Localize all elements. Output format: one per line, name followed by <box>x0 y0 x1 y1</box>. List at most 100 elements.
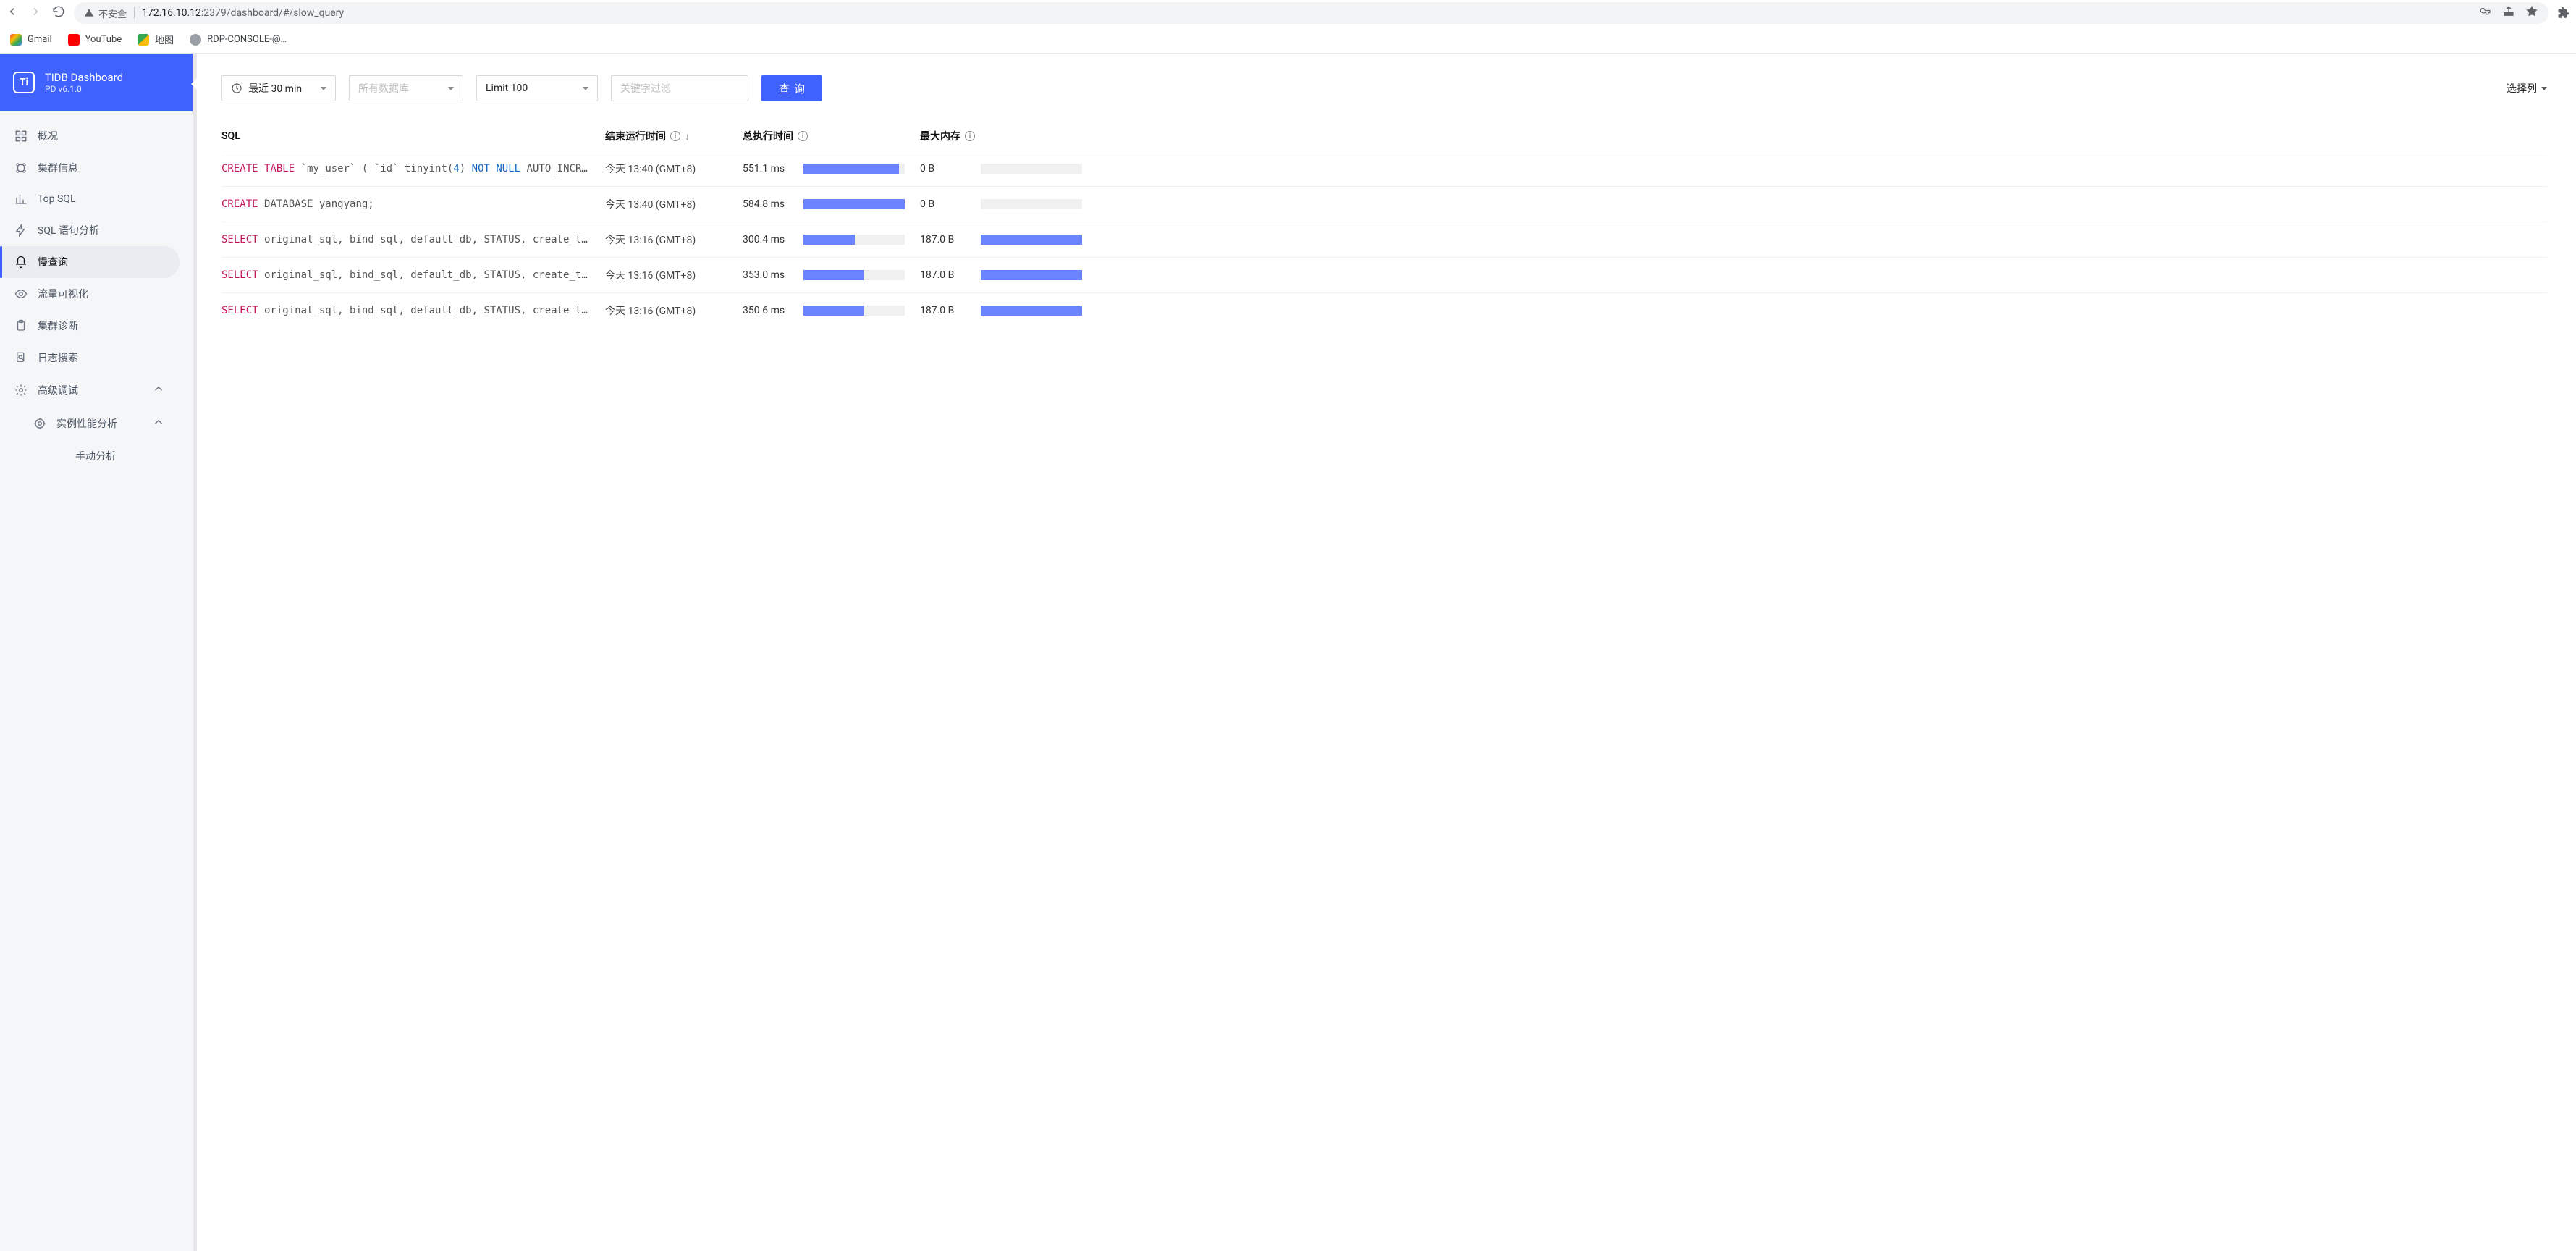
insecure-indicator: 不安全 <box>84 7 127 20</box>
table-row[interactable]: CREATE TABLE `my_user` ( `id` tinyint(4)… <box>221 151 2547 186</box>
total-time-value: 551.1 ms <box>743 163 793 174</box>
bookmarks-bar: Gmail YouTube 地图 RDP-CONSOLE-@… <box>0 26 2576 54</box>
back-icon[interactable] <box>6 5 19 21</box>
max-mem-value: 187.0 B <box>920 305 971 316</box>
slow-query-table: SQL 结束运行时间 i ↓ 总执行时间 i 最大内存 i CRE <box>221 122 2547 328</box>
share-icon[interactable] <box>2502 5 2515 21</box>
sidebar-item-label: 集群信息 <box>38 161 78 175</box>
max-mem-value: 187.0 B <box>920 234 971 245</box>
chevron-up-icon <box>152 382 165 398</box>
sidebar-item-overview[interactable]: 概况 <box>0 120 180 152</box>
bell-icon <box>14 256 28 269</box>
total-time-bar <box>803 306 905 316</box>
sidebar-item-topsql[interactable]: Top SQL <box>0 184 180 214</box>
total-time-bar <box>803 199 905 209</box>
max-mem-value: 187.0 B <box>920 269 971 281</box>
sidebar-item-sqlanalysis[interactable]: SQL 语句分析 <box>0 214 180 246</box>
brand-header[interactable]: Ti TiDB Dashboard PD v6.1.0 <box>0 54 193 111</box>
cell-end-time: 今天 13:16 (GMT+8) <box>605 232 743 247</box>
table-row[interactable]: SELECT original_sql, bind_sql, default_d… <box>221 257 2547 292</box>
sidebar-resize-handle[interactable] <box>193 54 197 1251</box>
sidebar-item-cluster[interactable]: 集群信息 <box>0 152 180 184</box>
sidebar-item-logsearch[interactable]: 日志搜索 <box>0 342 180 374</box>
sidebar-item-advanced[interactable]: 高级调试 <box>0 374 180 407</box>
grid-icon <box>14 130 28 143</box>
info-icon: i <box>670 131 680 141</box>
url-text: 172.16.10.12:2379/dashboard/#/slow_query <box>142 7 344 19</box>
col-max-mem[interactable]: 最大内存 i <box>920 129 1123 143</box>
keyword-input[interactable] <box>611 75 748 101</box>
brand-text: TiDB Dashboard PD v6.1.0 <box>45 71 123 94</box>
sidebar-item-manual[interactable]: 手动分析 <box>0 440 180 472</box>
cell-total-time: 350.6 ms <box>743 305 920 316</box>
cell-end-time: 今天 13:16 (GMT+8) <box>605 303 743 318</box>
total-time-bar <box>803 270 905 280</box>
search-doc-icon <box>14 351 28 364</box>
gmail-icon <box>10 34 22 46</box>
gear-icon <box>14 384 28 397</box>
forward-icon[interactable] <box>29 5 42 21</box>
sidebar-item-label: 慢查询 <box>38 255 68 269</box>
address-bar[interactable]: 不安全 172.16.10.12:2379/dashboard/#/slow_q… <box>74 2 2548 24</box>
total-time-value: 353.0 ms <box>743 269 793 281</box>
bookmark-rdp[interactable]: RDP-CONSOLE-@… <box>190 34 287 46</box>
total-time-bar <box>803 164 905 174</box>
sidebar-item-label: 流量可视化 <box>38 287 88 301</box>
limit-select[interactable]: Limit 100 <box>476 75 598 101</box>
sidebar-item-label: 实例性能分析 <box>56 416 117 431</box>
max-mem-value: 0 B <box>920 163 971 174</box>
database-placeholder: 所有数据库 <box>358 81 409 96</box>
sidebar-item-slowquery[interactable]: 慢查询 <box>0 246 180 278</box>
sidebar-item-label: SQL 语句分析 <box>38 223 99 237</box>
reload-icon[interactable] <box>52 5 65 21</box>
limit-label: Limit 100 <box>486 83 528 94</box>
max-mem-bar <box>981 306 1082 316</box>
clipboard-icon <box>14 319 28 332</box>
sidebar-item-profiling[interactable]: 实例性能分析 <box>0 407 180 440</box>
bookmark-maps[interactable]: 地图 <box>138 33 174 46</box>
cell-end-time: 今天 13:16 (GMT+8) <box>605 268 743 282</box>
cell-sql: SELECT original_sql, bind_sql, default_d… <box>221 234 605 245</box>
query-button[interactable]: 查询 <box>761 75 822 101</box>
star-icon[interactable] <box>2525 5 2538 21</box>
cell-max-mem: 0 B <box>920 198 1123 210</box>
cell-max-mem: 0 B <box>920 163 1123 174</box>
nodes-icon <box>14 161 28 174</box>
cell-total-time: 584.8 ms <box>743 198 920 210</box>
cell-total-time: 551.1 ms <box>743 163 920 174</box>
table-row[interactable]: SELECT original_sql, bind_sql, default_d… <box>221 292 2547 328</box>
cell-sql: SELECT original_sql, bind_sql, default_d… <box>221 305 605 316</box>
table-row[interactable]: SELECT original_sql, bind_sql, default_d… <box>221 222 2547 257</box>
sidebar-item-diagnosis[interactable]: 集群诊断 <box>0 310 180 342</box>
sidebar-item-label: 集群诊断 <box>38 319 78 333</box>
bookmark-label: Gmail <box>28 34 52 45</box>
col-total-time[interactable]: 总执行时间 i <box>743 129 920 143</box>
select-columns-button[interactable]: 选择列 <box>2507 81 2547 96</box>
sidebar-item-traffic[interactable]: 流量可视化 <box>0 278 180 310</box>
total-time-value: 350.6 ms <box>743 305 793 316</box>
bolt-icon <box>14 224 28 237</box>
table-row[interactable]: CREATE DATABASE yangyang;今天 13:40 (GMT+8… <box>221 186 2547 222</box>
max-mem-bar <box>981 164 1082 174</box>
cell-sql: CREATE TABLE `my_user` ( `id` tinyint(4)… <box>221 163 605 174</box>
target-icon <box>33 417 46 430</box>
cell-end-time: 今天 13:40 (GMT+8) <box>605 161 743 176</box>
youtube-icon <box>68 34 80 46</box>
main-content: 最近 30 min 所有数据库 Limit 100 查询 选择列 <box>193 54 2576 1251</box>
col-sql[interactable]: SQL <box>221 130 605 142</box>
bookmark-youtube[interactable]: YouTube <box>68 34 122 46</box>
col-end-time[interactable]: 结束运行时间 i ↓ <box>605 129 743 143</box>
bookmark-gmail[interactable]: Gmail <box>10 34 52 46</box>
eye-icon <box>14 287 28 300</box>
cell-max-mem: 187.0 B <box>920 269 1123 281</box>
key-icon[interactable] <box>2479 5 2492 21</box>
cell-sql: SELECT original_sql, bind_sql, default_d… <box>221 269 605 281</box>
cell-total-time: 353.0 ms <box>743 269 920 281</box>
sidebar-item-label: 日志搜索 <box>38 350 78 365</box>
bars-icon <box>14 193 28 206</box>
cell-max-mem: 187.0 B <box>920 305 1123 316</box>
extensions-icon[interactable] <box>2557 7 2570 20</box>
time-range-select[interactable]: 最近 30 min <box>221 75 336 101</box>
tidb-logo-icon: Ti <box>13 72 35 93</box>
database-select[interactable]: 所有数据库 <box>349 75 463 101</box>
